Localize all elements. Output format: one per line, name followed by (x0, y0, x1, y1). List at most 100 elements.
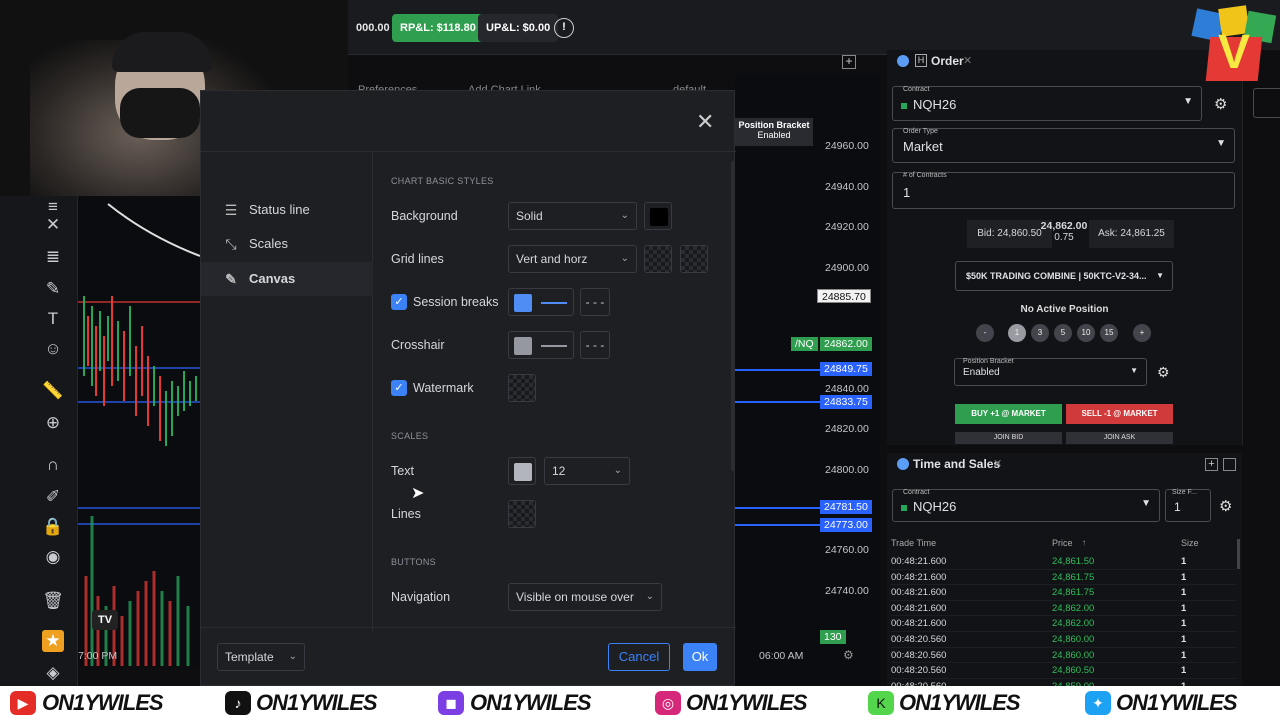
nav-status-line[interactable]: ☰ Status line (201, 193, 373, 227)
gear-icon[interactable]: ⚙ (1219, 497, 1232, 515)
price-cell: 24,861.75 (1052, 571, 1095, 583)
grid-lines-label: Grid lines (391, 252, 444, 266)
qty-1-button[interactable]: 1 (1008, 324, 1026, 342)
text-color-swatch[interactable] (508, 457, 536, 485)
table-row: 00:48:21.600 24,862.00 1 (891, 601, 1236, 617)
social-handle: ON1YWILES (899, 690, 1021, 715)
scrollbar[interactable] (1237, 539, 1240, 569)
crosshair-style-button[interactable] (508, 331, 574, 359)
kick-icon: K (868, 691, 894, 715)
last-price-display: 24,862.00 0.75 (1040, 220, 1088, 243)
pencil-lock-icon[interactable]: ✐ (42, 486, 64, 508)
social-handle: ON1YWILES (470, 690, 592, 715)
qty-15-button[interactable]: 15 (1100, 324, 1118, 342)
order-panel: H Order ✕ Contract NQH26 ▼ ⚙ Order Type … (887, 50, 1242, 445)
section-chart-basic-styles: CHART BASIC STYLES (391, 176, 494, 186)
lines-label: Lines (391, 507, 421, 521)
volume-tag: 130 (820, 630, 846, 644)
qty-minus-button[interactable]: - (976, 324, 994, 342)
info-icon[interactable]: ! (554, 18, 574, 38)
left-chart-area[interactable]: TV 7:00 PM (78, 196, 200, 666)
settings-gear-icon[interactable]: ⚙ (843, 648, 854, 662)
zoom-in-icon[interactable]: ⊕ (42, 412, 64, 434)
price-axis-area[interactable]: Position Bracket Enabled 24960.00 24940.0… (735, 74, 880, 686)
sell-market-button[interactable]: SELL -1 @ MARKET (1066, 404, 1173, 424)
contract-select[interactable]: Contract NQH26 ▼ (892, 86, 1202, 121)
nav-scales[interactable]: ⤡ Scales (201, 227, 373, 261)
size-cell: 1 (1181, 587, 1187, 599)
close-icon[interactable]: ✕ (963, 54, 972, 67)
session-breaks-dash-button[interactable]: - - - (580, 288, 610, 316)
magnet-icon[interactable]: ∩ (42, 454, 64, 476)
navigation-select[interactable]: Visible on mouse over ⌄ (508, 583, 662, 611)
order-type-select[interactable]: Order Type Market ▼ (892, 128, 1235, 163)
crosshair-dash-button[interactable]: - - - (580, 331, 610, 359)
layers-icon[interactable]: ◈ (42, 662, 64, 684)
settings-sidenav: ☰ Status line ⤡ Scales ✎ Canvas (201, 151, 373, 631)
scrollbar[interactable] (731, 161, 735, 471)
cross-tool-icon[interactable]: ✕ (42, 214, 64, 236)
table-row: 00:48:21.600 24,861.50 1 (891, 554, 1236, 570)
background-label: Background (391, 209, 458, 223)
template-select[interactable]: Template ⌄ (217, 643, 305, 671)
qty-10-button[interactable]: 10 (1077, 324, 1095, 342)
background-type-select[interactable]: Solid ⌄ (508, 202, 637, 230)
chevron-down-icon: ⌄ (620, 210, 629, 221)
add-panel-icon[interactable]: + (842, 55, 856, 69)
size-cell: 1 (1181, 556, 1187, 567)
eye-icon[interactable]: ◉ (42, 546, 64, 568)
join-ask-button[interactable]: JOIN ASK (1066, 432, 1173, 444)
text-size-select[interactable]: 12 ⌄ (544, 457, 630, 485)
level-tag: 24773.00 (820, 518, 872, 532)
nav-canvas[interactable]: ✎ Canvas (201, 262, 373, 296)
ok-button[interactable]: Ok (683, 643, 717, 671)
session-breaks-style-button[interactable] (508, 288, 574, 316)
lines-color-swatch[interactable] (508, 500, 536, 528)
fib-tool-icon[interactable]: ≣ (42, 246, 64, 268)
ruler-tool-icon[interactable]: 📏 (42, 380, 64, 402)
grid-vert-color-swatch[interactable] (644, 245, 672, 273)
level-tag: 24781.50 (820, 500, 872, 514)
trade-time-cell: 00:48:21.600 (891, 556, 947, 567)
watermark-checkbox[interactable]: ✓ (391, 380, 407, 396)
social-handle: ON1YWILES (1116, 690, 1238, 715)
gear-icon[interactable]: ⚙ (1157, 364, 1170, 381)
session-breaks-checkbox[interactable]: ✓ (391, 294, 407, 310)
grid-horz-color-swatch[interactable] (680, 245, 708, 273)
lock-icon[interactable]: 🔒 (42, 516, 64, 538)
table-row: 00:48:20.560 24,860.50 1 (891, 663, 1236, 679)
text-tool-icon[interactable]: T (42, 308, 64, 330)
qty-3-button[interactable]: 3 (1031, 324, 1049, 342)
add-panel-icon[interactable]: + (1205, 458, 1218, 471)
brush-tool-icon[interactable]: ✎ (42, 278, 64, 300)
qty-5-button[interactable]: 5 (1054, 324, 1072, 342)
chevron-down-icon: ▼ (1130, 366, 1138, 375)
watermark-color-swatch[interactable] (508, 374, 536, 402)
cancel-button[interactable]: Cancel (608, 643, 670, 671)
maximize-icon[interactable] (1223, 458, 1236, 471)
position-bracket-select[interactable]: Position Bracket Enabled ▼ (954, 358, 1147, 386)
h-icon: H (915, 54, 927, 67)
size-cell: 1 (1181, 602, 1187, 614)
grid-lines-select[interactable]: Vert and horz ⌄ (508, 245, 637, 273)
price-label: 24960.00 (825, 140, 869, 152)
size-filter-input[interactable]: Size F... 1 (1165, 489, 1211, 522)
close-icon[interactable]: ✕ (993, 457, 1002, 470)
trash-icon[interactable]: 🗑 (42, 590, 64, 612)
panel-dot-icon (897, 458, 909, 470)
emoji-tool-icon[interactable]: ☺ (42, 338, 64, 360)
contracts-quantity-input[interactable]: # of Contracts 1 (892, 172, 1235, 209)
qty-plus-button[interactable]: + (1133, 324, 1151, 342)
chart-settings-dialog: ✕ ☰ Status line ⤡ Scales ✎ Canvas CHART BAS… (200, 90, 736, 686)
close-icon[interactable]: ✕ (696, 111, 714, 133)
join-bid-button[interactable]: JOIN BID (955, 432, 1062, 444)
trade-time-cell: 00:48:21.600 (891, 618, 947, 630)
account-select[interactable]: $50K TRADING COMBINE | 50KTC-V2-34... ▼ (955, 261, 1173, 291)
secondary-panel-edge (1242, 50, 1280, 445)
ts-contract-select[interactable]: Contract NQH26 ▼ (892, 489, 1160, 522)
buy-market-button[interactable]: BUY +1 @ MARKET (955, 404, 1062, 424)
trade-time-cell: 00:48:21.600 (891, 587, 947, 599)
background-color-swatch[interactable] (644, 202, 672, 230)
star-icon[interactable]: ★ (42, 630, 64, 652)
gear-icon[interactable]: ⚙ (1214, 95, 1227, 113)
